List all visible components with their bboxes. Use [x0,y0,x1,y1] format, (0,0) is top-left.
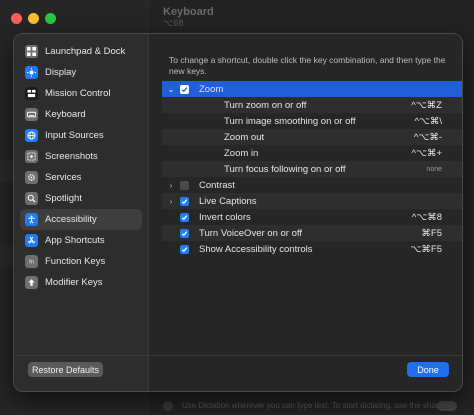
shortcut-label: Turn focus following on or off [224,163,346,175]
up-arrow-icon [25,276,38,289]
shortcut-label: Zoom [199,83,224,95]
screenshot-icon [25,150,38,163]
shortcut-checkbox[interactable] [180,212,189,222]
sidebar-item-label: Screenshots [45,151,98,162]
sidebar-item-input-sources[interactable]: Input Sources [20,125,142,146]
sidebar-item-keyboard[interactable]: Keyboard [20,104,142,125]
shortcut-label: Live Captions [199,195,257,207]
sidebar-item-mission-control[interactable]: Mission Control [20,83,142,104]
shortcut-checkbox[interactable] [180,228,189,238]
shortcut-row[interactable]: › Live Captions [162,193,462,209]
window-controls [11,13,56,24]
sidebar-item-label: Input Sources [45,130,104,141]
background-dictation-text: Use Dictation wherever you can type text… [182,401,452,410]
shortcut-row[interactable]: Invert colors ^⌥⌘8 [162,209,462,225]
sidebar-item-spotlight[interactable]: Spotlight [20,188,142,209]
shortcuts-content: To change a shortcut, double click the k… [149,34,462,391]
sidebar-item-label: App Shortcuts [45,235,105,246]
background-title: Keyboard [163,6,214,18]
shortcut-label: Zoom in [224,147,259,159]
shortcut-row[interactable]: Zoom out ^⌥⌘- [162,129,462,145]
sidebar-item-function-keys[interactable]: fn Function Keys [20,251,142,272]
sidebar-item-screenshots[interactable]: Screenshots [20,146,142,167]
shortcut-keys[interactable]: ^⌥⌘\ [414,116,442,127]
shortcuts-sidebar: Launchpad & Dock Display Mission Control Ke… [14,34,149,391]
zoom-button[interactable] [45,13,56,24]
shortcut-row[interactable]: › Contrast [162,177,462,193]
sidebar-item-label: Mission Control [45,88,111,99]
sidebar-item-label: Function Keys [45,256,106,267]
svg-text:fn: fn [29,260,34,266]
shortcut-label: Turn image smoothing on or off [224,115,356,127]
shortcut-row[interactable]: ⌄ Zoom [162,81,462,97]
sidebar-item-label: Spotlight [45,193,82,204]
shortcut-checkbox[interactable] [180,84,189,94]
mission-control-icon [25,87,38,100]
close-button[interactable] [11,13,22,24]
sidebar-item-label: Services [45,172,82,183]
shortcut-label: Invert colors [199,211,251,223]
instructions-text: To change a shortcut, double click the k… [169,55,446,76]
shortcut-row[interactable]: Turn zoom on or off ^⌥⌘Z [162,97,462,113]
shortcut-table: ⌄ Zoom Turn zoom on or off ^⌥⌘Z Turn image s… [162,81,462,257]
shortcut-checkbox[interactable] [180,196,189,206]
keyboard-shortcuts-sheet: Launchpad & Dock Display Mission Control Ke… [13,33,463,392]
fn-icon: fn [25,255,38,268]
shortcut-checkbox[interactable] [180,180,189,190]
sidebar-item-label: Accessibility [45,214,97,225]
shortcut-label: Turn zoom on or off [224,99,307,111]
sidebar-item-services[interactable]: Services [20,167,142,188]
sidebar-item-app-shortcuts[interactable]: App Shortcuts [20,230,142,251]
background-subtitle: ⌥68 [163,18,184,28]
sidebar-item-label: Display [45,67,77,78]
accessibility-icon [25,213,38,226]
shortcut-row[interactable]: Turn focus following on or off none [162,161,462,177]
restore-defaults-button[interactable]: Restore Defaults [28,362,103,377]
sidebar-item-label: Keyboard [45,109,86,120]
done-button[interactable]: Done [407,362,449,377]
sidebar-item-accessibility[interactable]: Accessibility [20,209,142,230]
shortcut-label: Contrast [199,179,235,191]
shortcut-keys[interactable]: ⌥⌘F5 [410,244,442,255]
sun-icon [25,66,38,79]
chevron-down-icon[interactable]: ⌄ [167,85,175,94]
grid-icon [25,45,38,58]
sidebar-item-launchpad-dock[interactable]: Launchpad & Dock [20,41,142,62]
chevron-right-icon[interactable]: › [167,181,175,190]
shortcut-checkbox[interactable] [180,244,189,254]
shortcut-keys[interactable]: ^⌥⌘8 [412,212,442,223]
keyboard-icon [25,108,38,121]
sidebar-item-modifier-keys[interactable]: Modifier Keys [20,272,142,293]
dictation-toggle[interactable] [437,401,457,411]
app-store-icon [25,234,38,247]
gear-icon [25,171,38,184]
sidebar-item-display[interactable]: Display [20,62,142,83]
shortcut-keys[interactable]: none [426,166,442,173]
footer-divider [14,355,462,356]
shortcut-row[interactable]: Turn VoiceOver on or off ⌘F5 [162,225,462,241]
shortcut-keys[interactable]: ^⌥⌘Z [411,100,442,111]
shortcut-row[interactable]: Show Accessibility controls ⌥⌘F5 [162,241,462,257]
sidebar-list: Launchpad & Dock Display Mission Control Ke… [20,41,142,293]
shortcut-label: Zoom out [224,131,265,143]
shortcut-label: Turn VoiceOver on or off [199,227,302,239]
shortcut-keys[interactable]: ^⌥⌘+ [412,148,442,159]
input-sources-icon [25,129,38,142]
shortcut-keys[interactable]: ^⌥⌘- [414,132,442,143]
shortcut-row[interactable]: Turn image smoothing on or off ^⌥⌘\ [162,113,462,129]
shortcut-label: Show Accessibility controls [199,243,313,255]
mic-icon [163,401,173,411]
minimize-button[interactable] [28,13,39,24]
shortcut-keys[interactable]: ⌘F5 [421,228,442,239]
magnifier-icon [25,192,38,205]
sidebar-item-label: Modifier Keys [45,277,103,288]
sidebar-item-label: Launchpad & Dock [45,46,126,57]
shortcut-row[interactable]: Zoom in ^⌥⌘+ [162,145,462,161]
chevron-right-icon[interactable]: › [167,197,175,206]
